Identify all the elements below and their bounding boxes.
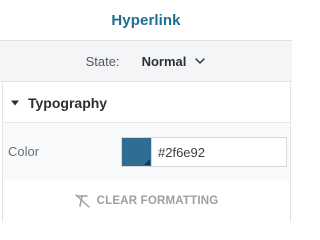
color-picker-field[interactable]: #2f6e92 [121,137,287,167]
typography-section-header[interactable]: Typography [3,83,290,123]
color-swatch[interactable] [122,138,152,166]
caret-down-icon [11,100,19,105]
state-label: State: [85,53,120,69]
section-title: Typography [28,94,108,111]
clear-format-icon [74,194,90,208]
color-setting-row: Color #2f6e92 [3,123,290,180]
typography-panel: Typography Color #2f6e92 CLEAR FORMATTIN… [2,83,291,222]
state-value: Normal [141,53,187,69]
state-dropdown[interactable]: Normal [142,54,207,69]
state-selector-bar: State: Normal [0,40,292,82]
clear-formatting-label: CLEAR FORMATTING [96,195,219,207]
swatch-corner-icon [144,159,150,165]
chevron-down-icon [195,58,206,64]
color-hex-value[interactable]: #2f6e92 [158,145,205,160]
color-label: Color [8,144,40,159]
panel-title: Hyperlink [111,11,181,29]
clear-formatting-button[interactable]: CLEAR FORMATTING [3,180,290,222]
